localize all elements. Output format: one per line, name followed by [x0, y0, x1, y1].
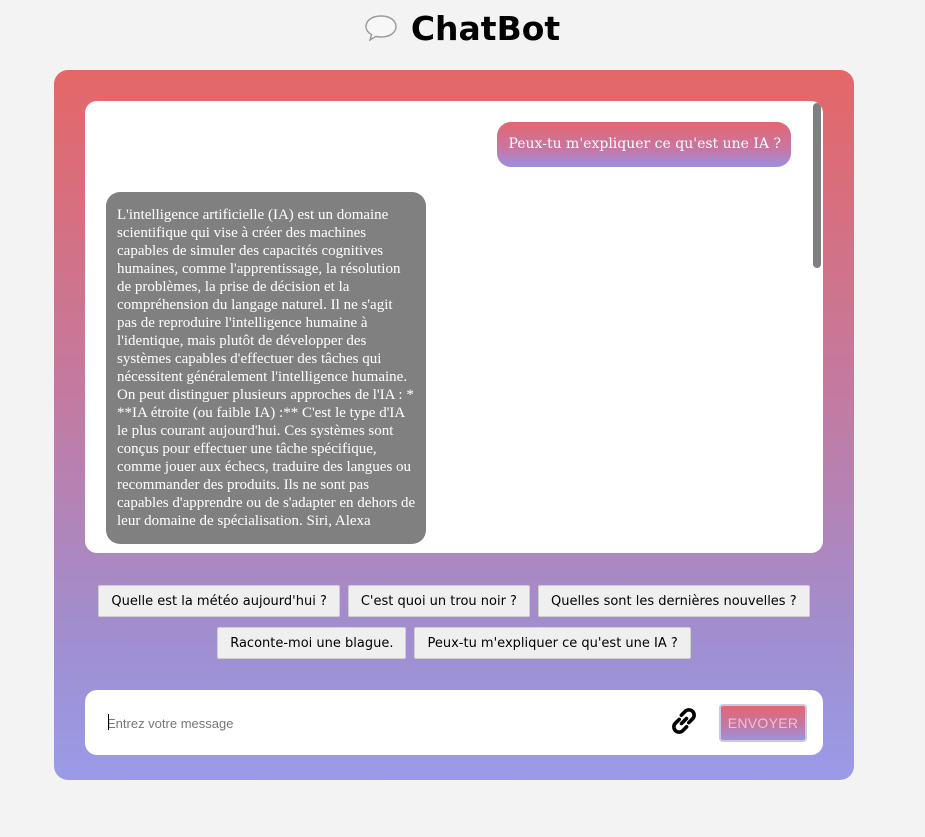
user-message: Peux-tu m'expliquer ce qu'est une IA ? [497, 122, 791, 167]
message-input[interactable] [107, 712, 627, 734]
send-button[interactable]: ENVOYER [719, 704, 807, 742]
link-icon[interactable] [667, 704, 701, 738]
chat-scrollbar[interactable] [813, 103, 821, 268]
suggestion-ai-button[interactable]: Peux-tu m'expliquer ce qu'est une IA ? [414, 627, 691, 659]
app-title: ChatBot [410, 8, 561, 48]
speech-bubble-icon [365, 15, 397, 42]
bot-message: L'intelligence artificielle (IA) est un … [106, 192, 426, 544]
app-header: ChatBot [0, 8, 925, 48]
chat-window: Peux-tu m'expliquer ce qu'est une IA ? L… [85, 101, 823, 553]
suggestion-weather-button[interactable]: Quelle est la météo aujourd'hui ? [98, 585, 340, 617]
chat-panel: Peux-tu m'expliquer ce qu'est une IA ? L… [54, 70, 854, 780]
suggestion-news-button[interactable]: Quelles sont les dernières nouvelles ? [537, 585, 810, 617]
suggestion-list: Quelle est la météo aujourd'hui ? C'est … [54, 585, 854, 669]
text-caret [108, 714, 109, 730]
message-composer: ENVOYER [85, 690, 823, 755]
suggestion-black-hole-button[interactable]: C'est quoi un trou noir ? [347, 585, 530, 617]
suggestion-joke-button[interactable]: Raconte-moi une blague. [217, 627, 407, 659]
